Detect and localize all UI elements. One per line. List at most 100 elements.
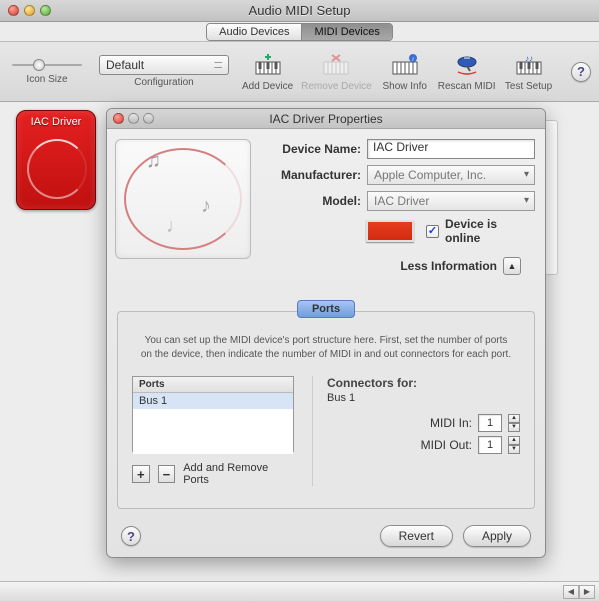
model-select[interactable]: IAC Driver [367, 191, 535, 211]
scroll-left-button[interactable]: ◀ [563, 585, 579, 599]
svg-text:♪♪: ♪♪ [525, 54, 533, 63]
configuration-label: Configuration [134, 77, 193, 88]
ports-panel: You can set up the MIDI device's port st… [117, 311, 535, 509]
less-info-label: Less Information [400, 259, 497, 273]
ports-list-header[interactable]: Ports [133, 377, 293, 393]
disclosure-button[interactable]: ▲ [503, 257, 521, 275]
zoom-icon[interactable] [40, 5, 51, 16]
test-setup-icon[interactable]: ♪♪ [513, 51, 545, 79]
device-name-value: IAC Driver [373, 140, 428, 154]
ports-desc-line1: You can set up the MIDI device's port st… [132, 334, 520, 348]
main-toolbar: Icon Size Default Configuration Add Devi… [0, 42, 599, 102]
color-swatch[interactable] [366, 220, 414, 242]
remove-port-button[interactable]: − [158, 465, 176, 483]
workspace-area: IAC Driver IAC Driver Properties ♫ ♪ ♩ D… [0, 102, 599, 579]
sheet-help-button[interactable]: ? [121, 526, 141, 546]
remove-device-label: Remove Device [301, 81, 372, 92]
music-note-icon: ♫ [146, 150, 161, 173]
iac-driver-card[interactable]: IAC Driver [16, 110, 96, 210]
manufacturer-label: Manufacturer: [261, 168, 361, 182]
connectors-header: Connectors for: [327, 376, 520, 390]
segmented-control: Audio Devices MIDI Devices [206, 23, 393, 41]
device-name-input[interactable]: IAC Driver [367, 139, 535, 159]
device-image[interactable]: ♫ ♪ ♩ [115, 139, 251, 259]
device-online-checkbox[interactable]: ✓ [426, 225, 439, 238]
configuration-value: Default [106, 58, 144, 72]
test-setup-item: ♪♪ Test Setup [504, 51, 554, 92]
window-footer: ◀ ▶ [0, 581, 599, 601]
add-device-item: Add Device [242, 51, 293, 92]
scroll-arrows: ◀ ▶ [563, 585, 595, 599]
stepper-down-icon[interactable]: ▼ [508, 423, 520, 432]
slider-thumb-icon[interactable] [33, 59, 45, 71]
sheet-footer: ? Revert Apply [107, 525, 545, 547]
online-checkbox-row: ✓ Device is online [426, 217, 535, 245]
midi-out-input[interactable]: 1 [478, 436, 502, 454]
test-setup-label: Test Setup [505, 81, 552, 92]
window-title: Audio MIDI Setup [0, 3, 599, 18]
midi-out-label: MIDI Out: [421, 438, 472, 452]
icon-size-slider[interactable] [12, 64, 82, 66]
port-list-empty-space[interactable] [133, 409, 293, 454]
connectors-bus-name: Bus 1 [327, 392, 520, 404]
midi-in-row: MIDI In: 1 ▲ ▼ [327, 414, 520, 432]
device-online-label: Device is online [445, 217, 535, 245]
midi-in-stepper[interactable]: ▲ ▼ [508, 414, 520, 432]
ports-list: Ports Bus 1 [132, 376, 294, 452]
model-value: IAC Driver [374, 194, 429, 208]
connectors-column: Connectors for: Bus 1 MIDI In: 1 ▲ ▼ MID… [312, 376, 520, 486]
device-name-label: Device Name: [261, 142, 361, 156]
ports-tabbar: Ports [117, 291, 535, 311]
configuration-select[interactable]: Default [99, 55, 229, 75]
traffic-lights [0, 5, 51, 16]
apply-button[interactable]: Apply [463, 525, 531, 547]
color-row: ✓ Device is online [261, 217, 535, 245]
tab-midi-devices[interactable]: MIDI Devices [301, 24, 391, 40]
add-remove-ports: + − Add and Remove Ports [132, 462, 294, 486]
device-fields: Device Name: IAC Driver Manufacturer: Ap… [251, 139, 535, 275]
revert-button[interactable]: Revert [380, 525, 453, 547]
close-icon[interactable] [8, 5, 19, 16]
tab-audio-devices[interactable]: Audio Devices [207, 24, 301, 40]
music-swirl-icon [27, 139, 87, 199]
main-titlebar: Audio MIDI Setup [0, 0, 599, 22]
midi-in-label: MIDI In: [430, 416, 472, 430]
stepper-down-icon[interactable]: ▼ [508, 445, 520, 454]
ports-list-column: Ports Bus 1 + − Add and Remove Ports [132, 376, 294, 486]
add-device-label: Add Device [242, 81, 293, 92]
sheet-titlebar: IAC Driver Properties [107, 109, 545, 129]
add-device-icon[interactable] [252, 51, 284, 79]
tab-ports[interactable]: Ports [297, 300, 355, 318]
model-label: Model: [261, 194, 361, 208]
configuration-control: Default Configuration [94, 55, 234, 88]
music-note-icon: ♩ [166, 215, 186, 238]
midi-out-stepper[interactable]: ▲ ▼ [508, 436, 520, 454]
midi-out-row: MIDI Out: 1 ▲ ▼ [327, 436, 520, 454]
show-info-label: Show Info [382, 81, 426, 92]
music-note-icon: ♪ [201, 195, 211, 218]
ports-columns: Ports Bus 1 + − Add and Remove Ports Con… [132, 376, 520, 486]
less-info-row: Less Information ▲ [261, 251, 535, 275]
midi-in-input[interactable]: 1 [478, 414, 502, 432]
midi-out-value: 1 [487, 439, 493, 451]
scroll-right-button[interactable]: ▶ [579, 585, 595, 599]
sheet-top-area: ♫ ♪ ♩ Device Name: IAC Driver Manufactur… [107, 129, 545, 279]
icon-size-label: Icon Size [26, 74, 67, 85]
manufacturer-row: Manufacturer: Apple Computer, Inc. [261, 165, 535, 185]
show-info-icon[interactable]: i [389, 51, 421, 79]
icon-size-control: Icon Size [8, 58, 86, 85]
device-tabbar: Audio Devices MIDI Devices [0, 22, 599, 42]
port-row[interactable]: Bus 1 [133, 393, 293, 409]
toolbar-help-button[interactable]: ? [571, 62, 591, 82]
remove-device-icon [320, 51, 352, 79]
add-remove-label: Add and Remove Ports [183, 462, 294, 486]
minimize-icon[interactable] [24, 5, 35, 16]
stepper-up-icon[interactable]: ▲ [508, 436, 520, 445]
ports-area: Ports You can set up the MIDI device's p… [117, 291, 535, 501]
rescan-midi-icon[interactable] [451, 51, 483, 79]
add-port-button[interactable]: + [132, 465, 150, 483]
rescan-midi-label: Rescan MIDI [438, 81, 496, 92]
stepper-up-icon[interactable]: ▲ [508, 414, 520, 423]
remove-device-item: Remove Device [301, 51, 372, 92]
manufacturer-select[interactable]: Apple Computer, Inc. [367, 165, 535, 185]
